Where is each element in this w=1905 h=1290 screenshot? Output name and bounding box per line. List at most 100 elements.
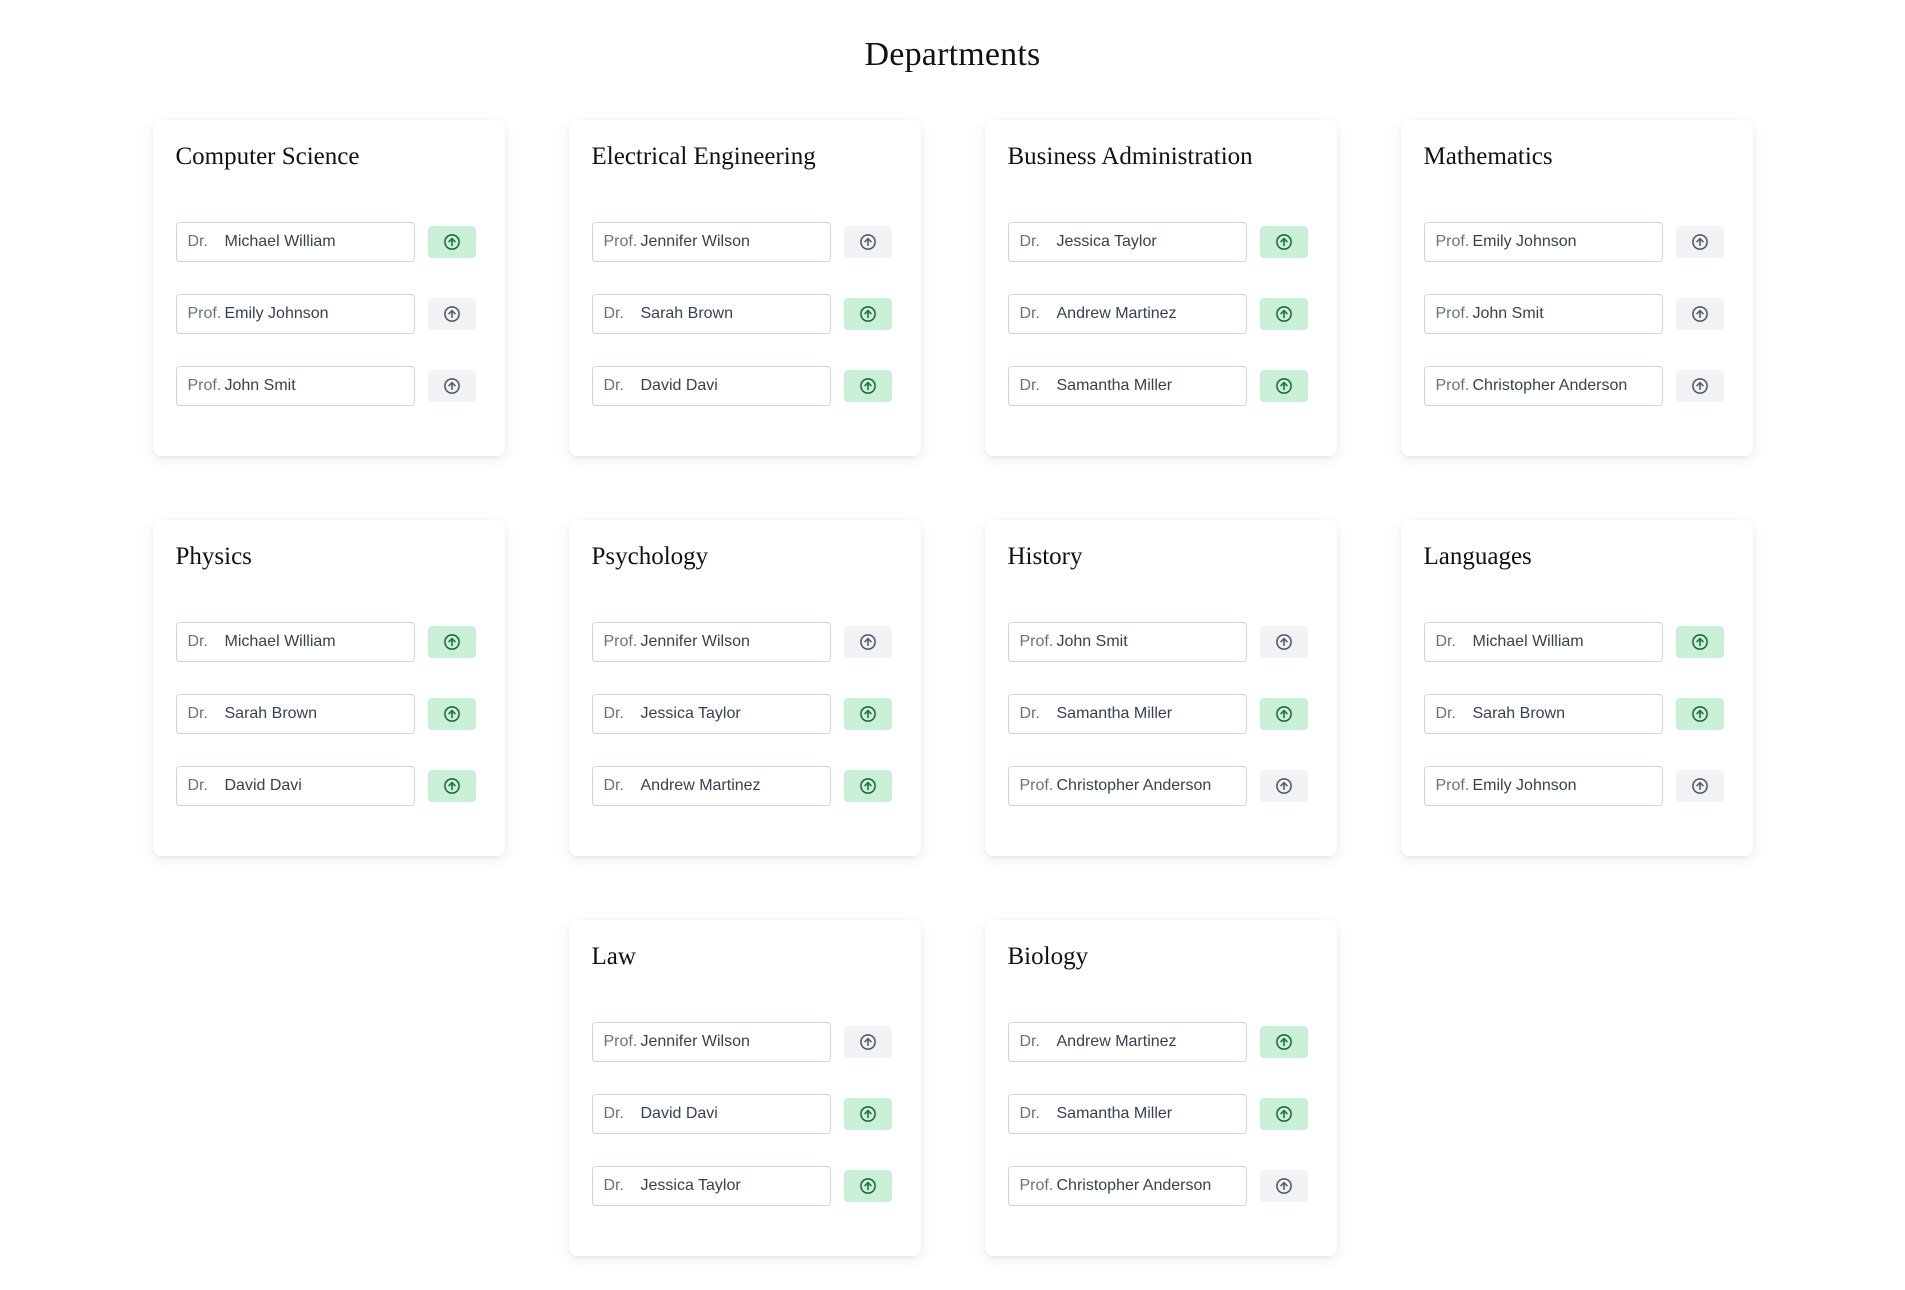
faculty-row: Prof. Jennifer Wilson	[591, 622, 897, 662]
faculty-name-field[interactable]: Prof. John Smit	[1423, 294, 1663, 334]
faculty-row: Dr. Andrew Martinez	[1007, 294, 1313, 334]
arrow-up-circle-icon	[1275, 634, 1292, 650]
faculty-name-field[interactable]: Dr. Samantha Miller	[1007, 694, 1247, 734]
promote-button[interactable]	[843, 698, 892, 730]
faculty-name: Samantha Miller	[1056, 705, 1173, 722]
faculty-name-field[interactable]: Dr. David Davi	[591, 1094, 831, 1134]
promote-button[interactable]	[1259, 1026, 1308, 1058]
faculty-name-field[interactable]: Dr. Samantha Miller	[1007, 366, 1247, 406]
promote-button[interactable]	[427, 226, 476, 258]
promote-button[interactable]	[843, 226, 892, 258]
faculty-name-field[interactable]: Dr. Jessica Taylor	[591, 694, 831, 734]
faculty-name-field[interactable]: Prof. Emily Johnson	[1423, 766, 1663, 806]
promote-button[interactable]	[1259, 1170, 1308, 1202]
promote-button[interactable]	[1675, 370, 1724, 402]
promote-button[interactable]	[1675, 298, 1724, 330]
title-prefix: Prof.	[1019, 633, 1054, 650]
faculty-name-field[interactable]: Dr. Michael William	[175, 622, 415, 662]
title-prefix: Dr.	[603, 305, 624, 322]
faculty-row: Dr. David Davi	[591, 1094, 897, 1134]
faculty-name-field[interactable]: Prof. John Smit	[175, 366, 415, 406]
arrow-up-circle-icon	[443, 378, 460, 394]
faculty-name-field[interactable]: Prof. Christopher Anderson	[1007, 766, 1247, 806]
faculty-row: Dr. Sarah Brown	[175, 694, 481, 734]
faculty-name-field[interactable]: Prof. Jennifer Wilson	[591, 622, 831, 662]
faculty-name: Christopher Anderson	[1056, 1177, 1212, 1194]
faculty-row: Prof. John Smit	[1007, 622, 1313, 662]
promote-button[interactable]	[1675, 770, 1724, 802]
promote-button[interactable]	[427, 698, 476, 730]
promote-button[interactable]	[843, 370, 892, 402]
faculty-name: Andrew Martinez	[640, 777, 761, 794]
title-prefix: Dr.	[187, 705, 208, 722]
faculty-name: Jennifer Wilson	[640, 633, 750, 650]
promote-button[interactable]	[1259, 1098, 1308, 1130]
faculty-row: Prof. Emily Johnson	[175, 294, 481, 334]
department-card-history: History Prof. John Smit Dr. Samantha Miller P…	[984, 520, 1337, 856]
faculty-row: Dr. Michael William	[175, 222, 481, 262]
promote-button[interactable]	[843, 1026, 892, 1058]
faculty-name-field[interactable]: Dr. David Davi	[175, 766, 415, 806]
promote-button[interactable]	[1259, 226, 1308, 258]
faculty-name-field[interactable]: Dr. Samantha Miller	[1007, 1094, 1247, 1134]
faculty-name-field[interactable]: Prof. Jennifer Wilson	[591, 1022, 831, 1062]
faculty-name-field[interactable]: Dr. David Davi	[591, 366, 831, 406]
faculty-name-field[interactable]: Prof. Jennifer Wilson	[591, 222, 831, 262]
promote-button[interactable]	[427, 298, 476, 330]
promote-button[interactable]	[1259, 370, 1308, 402]
title-prefix: Dr.	[603, 705, 624, 722]
promote-button[interactable]	[427, 626, 476, 658]
faculty-name: David Davi	[640, 1105, 718, 1122]
faculty-name-field[interactable]: Dr. Michael William	[175, 222, 415, 262]
department-card-languages: Languages Dr. Michael William Dr. Sarah Brow…	[1400, 520, 1753, 856]
promote-button[interactable]	[1675, 698, 1724, 730]
promote-button[interactable]	[1675, 626, 1724, 658]
arrow-up-circle-icon	[1275, 778, 1292, 794]
faculty-row: Dr. Jessica Taylor	[1007, 222, 1313, 262]
promote-button[interactable]	[843, 626, 892, 658]
faculty-row: Dr. Andrew Martinez	[591, 766, 897, 806]
faculty-name-field[interactable]: Prof. John Smit	[1007, 622, 1247, 662]
faculty-name-field[interactable]: Dr. Sarah Brown	[591, 294, 831, 334]
arrow-up-circle-icon	[1275, 706, 1292, 722]
promote-button[interactable]	[843, 770, 892, 802]
title-prefix: Dr.	[1435, 633, 1456, 650]
faculty-name: Emily Johnson	[1472, 777, 1577, 794]
promote-button[interactable]	[427, 770, 476, 802]
promote-button[interactable]	[1259, 770, 1308, 802]
arrow-up-circle-icon	[859, 706, 876, 722]
arrow-up-circle-icon	[1275, 1106, 1292, 1122]
department-card-psychology: Psychology Prof. Jennifer Wilson Dr. Jessica…	[568, 520, 921, 856]
arrow-up-circle-icon	[1691, 306, 1708, 322]
faculty-row: Dr. Michael William	[175, 622, 481, 662]
promote-button[interactable]	[1259, 698, 1308, 730]
promote-button[interactable]	[1675, 226, 1724, 258]
promote-button[interactable]	[1259, 298, 1308, 330]
promote-button[interactable]	[843, 298, 892, 330]
arrow-up-circle-icon	[1691, 378, 1708, 394]
faculty-name-field[interactable]: Dr. Sarah Brown	[1423, 694, 1663, 734]
promote-button[interactable]	[843, 1098, 892, 1130]
faculty-name-field[interactable]: Dr. Jessica Taylor	[1007, 222, 1247, 262]
faculty-name-field[interactable]: Prof. Christopher Anderson	[1423, 366, 1663, 406]
faculty-name-field[interactable]: Prof. Emily Johnson	[1423, 222, 1663, 262]
faculty-name-field[interactable]: Dr. Sarah Brown	[175, 694, 415, 734]
department-title: Law	[591, 943, 636, 970]
arrow-up-circle-icon	[1691, 778, 1708, 794]
promote-button[interactable]	[1259, 626, 1308, 658]
faculty-name-field[interactable]: Dr. Jessica Taylor	[591, 1166, 831, 1206]
arrow-up-circle-icon	[1275, 378, 1292, 394]
faculty-name-field[interactable]: Prof. Emily Johnson	[175, 294, 415, 334]
department-card-electrical-engineering: Electrical Engineering Prof. Jennifer Wils…	[568, 120, 921, 456]
title-prefix: Prof.	[1019, 777, 1054, 794]
faculty-row: Dr. David Davi	[175, 766, 481, 806]
faculty-name-field[interactable]: Dr. Andrew Martinez	[1007, 294, 1247, 334]
promote-button[interactable]	[427, 370, 476, 402]
promote-button[interactable]	[843, 1170, 892, 1202]
faculty-name-field[interactable]: Dr. Michael William	[1423, 622, 1663, 662]
faculty-name: Michael William	[224, 633, 336, 650]
faculty-name-field[interactable]: Dr. Andrew Martinez	[1007, 1022, 1247, 1062]
department-row: Computer Science Dr. Michael William Prof. E…	[0, 120, 1905, 456]
faculty-name-field[interactable]: Prof. Christopher Anderson	[1007, 1166, 1247, 1206]
faculty-name-field[interactable]: Dr. Andrew Martinez	[591, 766, 831, 806]
